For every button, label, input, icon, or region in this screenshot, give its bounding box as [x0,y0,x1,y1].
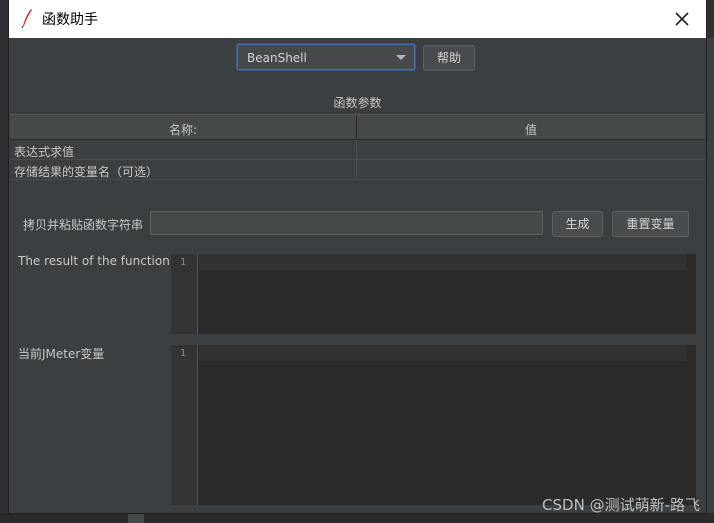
generate-button[interactable]: 生成 [552,211,603,237]
result-editor[interactable]: 1 [171,254,696,334]
window-title: 函数助手 [42,12,98,28]
column-header-name[interactable]: 名称: [10,121,356,138]
cell-divider [356,160,357,180]
current-line-highlight [199,345,686,361]
reset-variables-button[interactable]: 重置变量 [612,211,689,237]
table-row[interactable]: 存储结果的变量名（可选） [10,160,705,180]
jmeter-variables-label: 当前JMeter变量 [18,347,105,361]
chevron-down-icon [396,55,406,60]
column-header-value[interactable]: 值 [357,121,705,138]
help-button[interactable]: 帮助 [423,45,475,71]
params-table: 名称: 值 表达式求值 存储结果的变量名（可选） [10,114,705,182]
result-label: The result of the function is [18,254,184,268]
line-number-gutter: 1 [171,254,198,334]
line-number: 1 [180,348,187,359]
feather-icon [21,9,32,28]
param-name-cell: 存储结果的变量名（可选） [14,165,159,179]
function-helper-dialog: 函数助手 BeanShell 帮助 函数参数 名称: 值 表达式求值 存储结果的… [9,0,706,513]
close-icon[interactable] [671,8,693,30]
function-select-value: BeanShell [247,51,307,65]
csdn-watermark: CSDN @测试萌新-路飞 [542,496,700,514]
jmeter-variables-editor[interactable]: 1 [171,345,696,505]
table-row[interactable]: 表达式求值 [10,140,705,160]
title-bar[interactable]: 函数助手 [9,0,706,38]
function-select[interactable]: BeanShell [237,44,415,70]
function-string-label: 拷贝并粘贴函数字符串 [23,218,144,232]
param-name-cell: 表达式求值 [14,145,75,159]
current-line-highlight [199,254,686,270]
cell-divider [356,140,357,160]
line-number: 1 [180,257,187,268]
function-string-input[interactable] [150,211,543,235]
background-tab [128,513,144,523]
params-table-header: 名称: 值 [10,114,705,141]
line-number-gutter: 1 [171,345,198,505]
params-section-title: 函数参数 [333,96,382,110]
